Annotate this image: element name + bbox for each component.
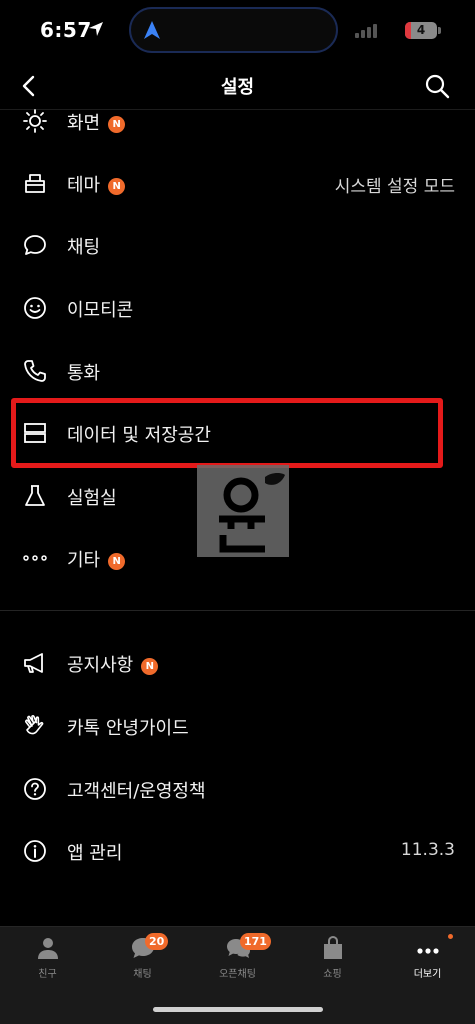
new-indicator-dot [448, 934, 453, 939]
brightness-icon [23, 109, 47, 133]
tab-shopping[interactable]: 쇼핑 [285, 935, 380, 985]
tab-more[interactable]: 더보기 [380, 934, 475, 985]
menu-item-display[interactable]: 화면 N [0, 96, 475, 146]
menu-label: 테마 [67, 175, 101, 196]
new-badge: N [141, 658, 159, 675]
chat-bubble-icon [24, 235, 46, 255]
megaphone-icon [24, 653, 43, 673]
flask-icon [25, 485, 45, 506]
menu-item-emoticon[interactable]: 이모티콘 [0, 283, 475, 333]
menu-label: 통화 [67, 363, 101, 384]
tab-label: 채팅 [133, 969, 152, 980]
menu-label: 공지사항 [67, 655, 134, 676]
menu-label: 이모티콘 [67, 300, 134, 321]
menu-item-theme[interactable]: 테마 N 시스템 설정 모드 [0, 158, 475, 208]
unread-count-badge: 20 [145, 933, 169, 950]
tab-chats[interactable]: 20 채팅 [95, 933, 190, 985]
shopping-bag-icon [324, 935, 342, 959]
status-time: 6:57 [40, 18, 92, 42]
smiley-icon [24, 297, 46, 319]
menu-item-support[interactable]: 고객센터/운영정책 [0, 764, 475, 814]
menu-item-guide[interactable]: 카톡 안녕가이드 [0, 701, 475, 751]
signal-icon [355, 24, 377, 38]
navigation-icon [144, 21, 160, 39]
theme-icon [25, 174, 45, 193]
menu-label: 채팅 [67, 237, 101, 258]
menu-label: 실험실 [67, 488, 117, 509]
menu-label: 고객센터/운영정책 [67, 781, 206, 802]
tab-label: 오픈채팅 [219, 969, 256, 980]
battery-level: 4 [416, 23, 426, 37]
tab-label: 친구 [38, 969, 57, 980]
menu-item-app-management[interactable]: 앱 관리 11.3.3 [0, 826, 475, 876]
highlight-box [11, 398, 443, 468]
unread-count-badge: 171 [240, 933, 271, 950]
status-bar: 6:57 4 [0, 0, 475, 62]
new-badge: N [108, 178, 126, 195]
more-icon [417, 948, 439, 954]
menu-label: 화면 [67, 113, 101, 134]
new-badge: N [108, 116, 126, 133]
home-indicator [153, 1007, 323, 1012]
help-circle-icon [24, 778, 46, 800]
menu-label: 카톡 안녕가이드 [67, 718, 189, 739]
tab-open-chat[interactable]: 171 오픈채팅 [190, 933, 285, 985]
app-version: 11.3.3 [400, 840, 455, 860]
phone-icon [24, 360, 46, 382]
wave-hand-icon [25, 715, 44, 735]
menu-item-call[interactable]: 통화 [0, 346, 475, 396]
menu-label: 기타 [67, 550, 101, 571]
menu-item-notice[interactable]: 공지사항 N [0, 638, 475, 688]
watermark-logo [197, 465, 289, 557]
more-dots-icon [23, 555, 47, 561]
tab-label: 더보기 [413, 969, 442, 980]
section-divider [0, 610, 475, 611]
person-icon [38, 938, 58, 959]
menu-item-chat[interactable]: 채팅 [0, 220, 475, 270]
battery-icon: 4 [405, 22, 437, 39]
new-badge: N [108, 553, 126, 570]
location-arrow-icon [89, 22, 103, 36]
theme-value: 시스템 설정 모드 [334, 177, 455, 197]
tab-friends[interactable]: 친구 [0, 935, 95, 985]
info-circle-icon [24, 840, 46, 862]
tab-label: 쇼핑 [323, 969, 342, 980]
dynamic-island [129, 7, 338, 53]
menu-label: 앱 관리 [67, 843, 123, 864]
